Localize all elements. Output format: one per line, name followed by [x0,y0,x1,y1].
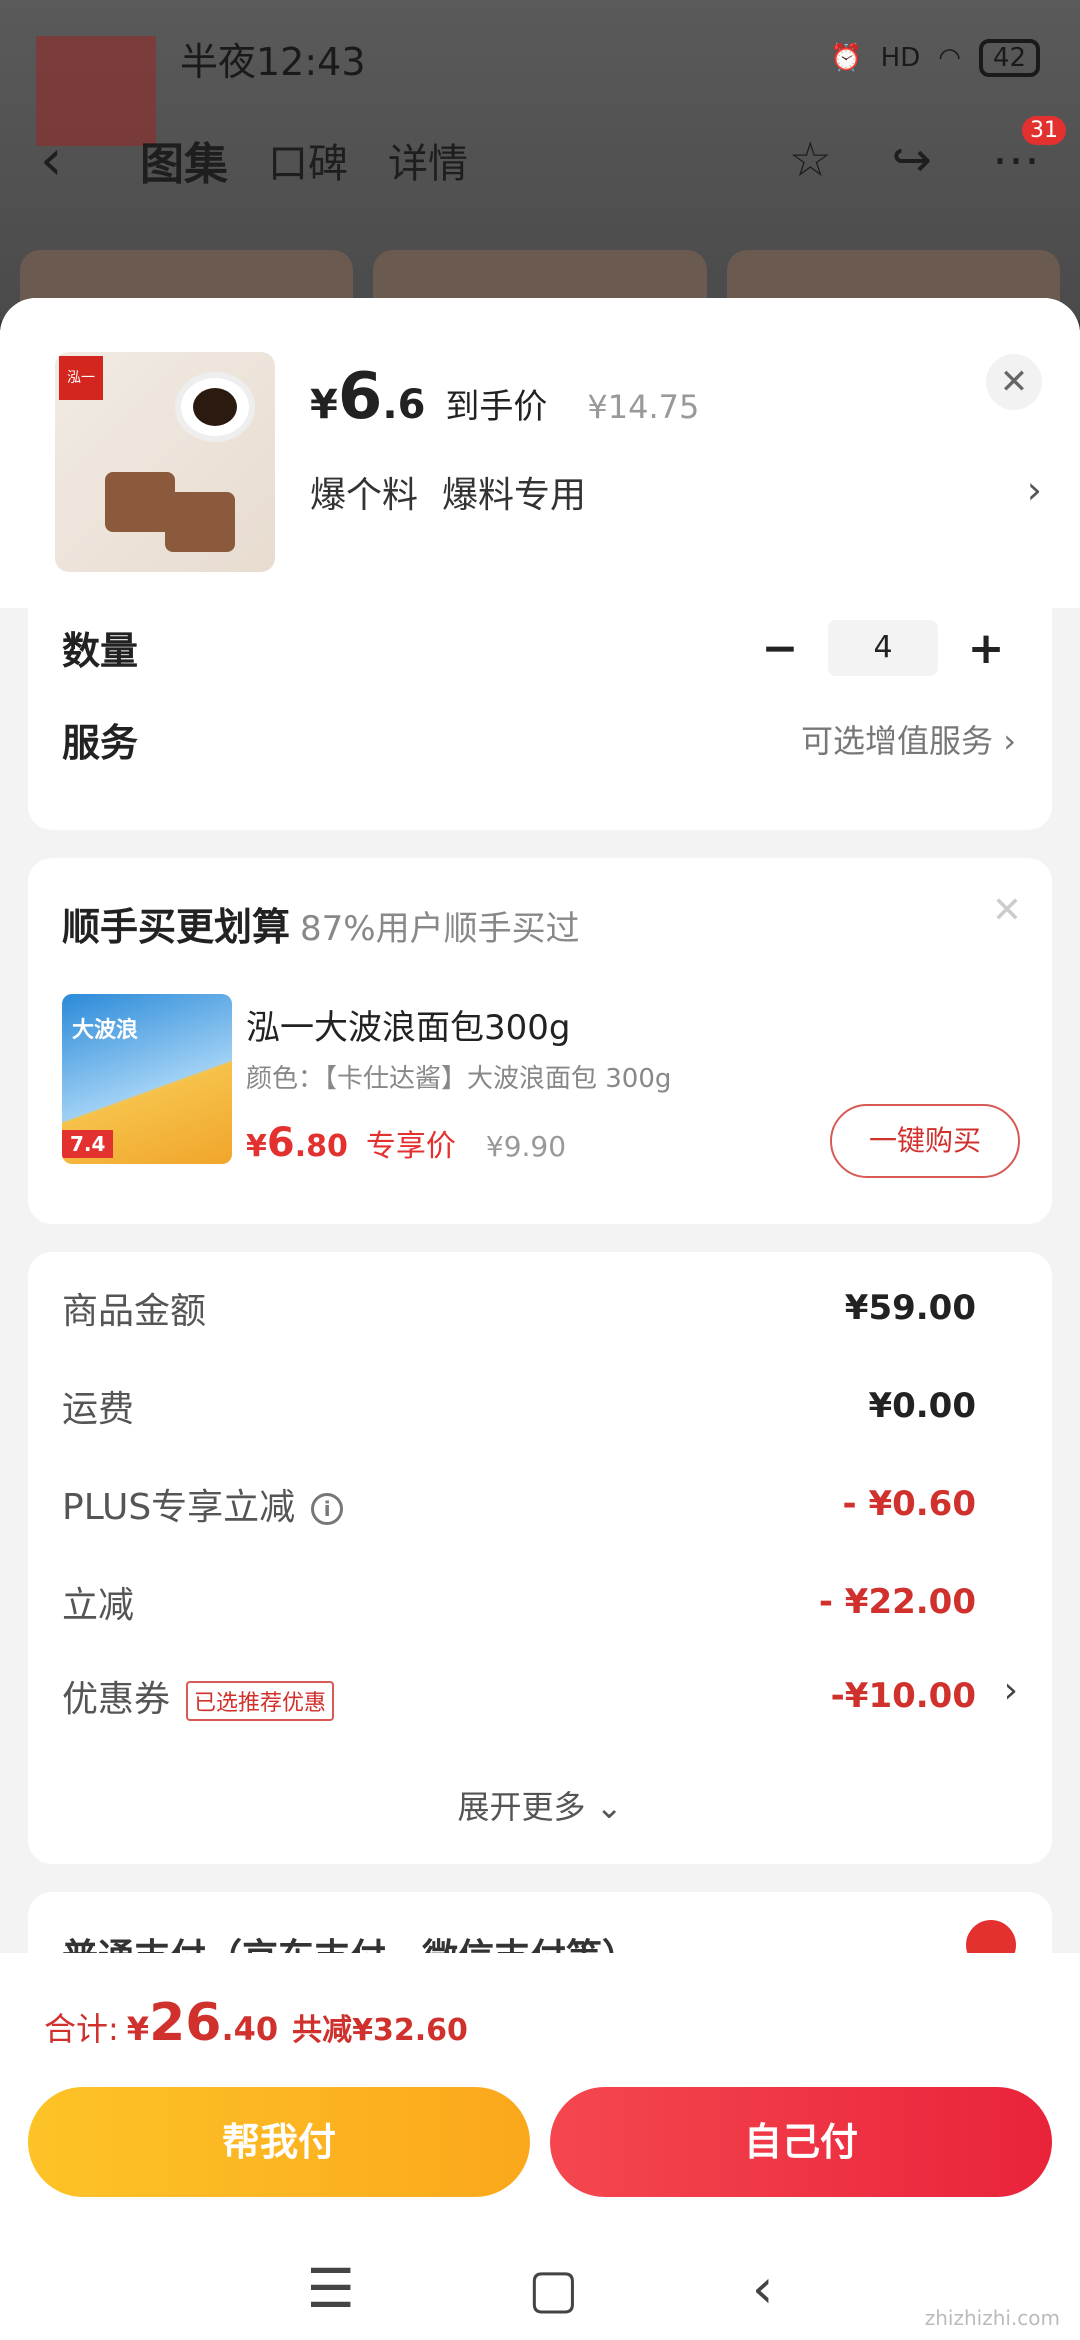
tab-reviews[interactable]: 口碑 [268,131,348,189]
summary-value: ¥0.00 [868,1386,976,1426]
bundle-title: 顺手买更划算 87%用户顺手买过 [62,896,580,951]
wifi-icon: ◠ [938,43,961,73]
price-summary-card: 商品金额 ¥59.00 运费 ¥0.00 PLUS专享立减 i - ¥0.60 立… [28,1252,1052,1864]
sheet-header: 泓一 ¥ 6 .6 到手价 ¥14.75 ✕ 爆个料 爆料专用 › [0,298,1080,608]
tab-details[interactable]: 详情 [388,131,468,189]
service-label: 服务 [62,721,139,765]
summary-value: -¥10.00 [830,1676,976,1716]
summary-label: 商品金额 [62,1291,207,1332]
bundle-product-name[interactable]: 泓一大波浪面包300g [246,1000,570,1049]
menu-icon[interactable]: ☰ [306,2257,354,2320]
total-label: 合计: [44,2010,119,2048]
variant-text: 爆料专用 [442,475,587,516]
summary-row-discount: 立减 - ¥22.00 [62,1576,976,1628]
tab-gallery[interactable]: 图集 [140,128,228,192]
bundle-subtitle: 87%用户顺手买过 [300,909,580,949]
price-label: 到手价 [445,387,548,427]
bundle-title-text: 顺手买更划算 [62,905,291,949]
self-pay-button[interactable]: 自己付 [550,2087,1052,2197]
price-integer: 6 [266,1120,295,1166]
currency-symbol: ¥ [246,1129,267,1164]
chevron-right-icon[interactable]: › [1004,1670,1018,1711]
quantity-service-card: 数量 − 4 + 服务 可选增值服务 › [28,598,1052,830]
notification-badge: 31 [1022,116,1066,145]
summary-row-goods: 商品金额 ¥59.00 [62,1282,976,1334]
top-nav: ‹ 图集 口碑 详情 ☆ ↪ ⋯ 31 [40,116,1066,200]
quantity-input[interactable]: 4 [828,620,938,676]
bundle-card: 顺手买更划算 87%用户顺手买过 ✕ 大波浪 7.4 泓一大波浪面包300g 颜色… [28,858,1052,1224]
status-time: 半夜12:43 [180,39,366,84]
currency-symbol: ¥ [126,2010,150,2048]
system-nav-bar: ☰ ▢ ‹ [0,2243,1080,2333]
battery-icon: 42 [978,39,1040,77]
summary-label: 优惠券 [62,1679,171,1720]
product-price: ¥ 6 .6 到手价 ¥14.75 [310,360,699,434]
selected-variant[interactable]: 爆个料 爆料专用 [310,466,610,518]
summary-row-coupon[interactable]: 优惠券 已选推荐优惠 -¥10.00 [62,1670,976,1722]
status-bar: 半夜12:43 ⏰ HD ◠ 42 [180,28,1040,88]
summary-value: - ¥0.60 [842,1484,977,1524]
status-icons: ⏰ HD ◠ 42 [830,39,1040,77]
close-icon[interactable]: ✕ [992,890,1022,931]
summary-label: 运费 [62,1389,135,1430]
quantity-label: 数量 [62,629,139,673]
alarm-icon: ⏰ [830,43,863,73]
chevron-right-icon[interactable]: › [1027,468,1042,512]
product-image: 泓一 [55,352,275,572]
plus-button[interactable]: + [956,623,1016,674]
back-icon[interactable]: ‹ [752,2257,774,2320]
home-icon[interactable]: ▢ [528,2257,579,2320]
background-page: 半夜12:43 ⏰ HD ◠ 42 ‹ 图集 口碑 详情 ☆ ↪ ⋯ 31 [0,0,1080,320]
bundle-price: ¥ 6 .80 专享价 ¥9.90 [246,1120,566,1166]
original-price: ¥9.90 [485,1130,567,1163]
currency-symbol: ¥ [310,382,338,428]
image-text: 大波浪 [72,1018,139,1043]
summary-row-plus: PLUS专享立减 i - ¥0.60 [62,1478,976,1530]
bundle-product-image[interactable]: 大波浪 7.4 [62,994,232,1164]
help-pay-button[interactable]: 帮我付 [28,2087,530,2197]
coupon-tag: 已选推荐优惠 [186,1681,335,1721]
close-button[interactable]: ✕ [986,354,1042,410]
total-price: 合计: ¥ 26 .40 共减¥32.60 [44,1993,468,2053]
variant-text: 爆个料 [310,475,419,516]
one-click-buy-button[interactable]: 一键购买 [830,1104,1020,1178]
signal-icon: HD [880,43,921,73]
star-icon[interactable]: ☆ [789,132,832,188]
info-icon[interactable]: i [311,1493,344,1525]
brand-mark: 泓一 [59,356,103,400]
service-selector[interactable]: 可选增值服务 › [801,716,1016,762]
back-icon[interactable]: ‹ [40,128,140,193]
minus-button[interactable]: − [750,623,810,674]
chevron-right-icon: › [1003,722,1016,760]
coffee-cup-graphic [175,372,255,442]
quantity-stepper: − 4 + [750,620,1016,676]
price-label: 专享价 [365,1129,456,1164]
more-icon[interactable]: ⋯ 31 [992,116,1066,188]
image-price-tag: 7.4 [62,1130,114,1158]
price-decimal: .6 [382,382,426,428]
summary-label: PLUS专享立减 [62,1487,296,1528]
total-saved: 共减¥32.60 [292,2013,468,2048]
total-decimal: .40 [221,2010,279,2048]
share-icon[interactable]: ↪ [892,132,932,188]
chevron-down-icon: ⌄ [595,1788,623,1826]
watermark: zhizhizhi.com [924,2306,1060,2330]
summary-label: 立减 [62,1585,135,1626]
price-integer: 6 [337,360,383,434]
original-price: ¥14.75 [587,388,700,426]
bundle-product-spec: 颜色：【卡仕达酱】大波浪面包 300g [246,1064,672,1094]
checkout-bar: 合计: ¥ 26 .40 共减¥32.60 帮我付 自己付 ☰ ▢ ‹ zhiz… [0,1953,1080,2340]
service-value: 可选增值服务 [801,722,994,760]
summary-row-shipping: 运费 ¥0.00 [62,1380,976,1432]
price-decimal: .80 [294,1129,348,1164]
summary-value: - ¥22.00 [818,1582,976,1622]
summary-value: ¥59.00 [844,1288,976,1328]
expand-label: 展开更多 [457,1788,586,1826]
expand-more-button[interactable]: 展开更多 ⌄ [28,1782,1052,1828]
cake-graphic [165,492,235,552]
total-integer: 26 [149,1993,222,2053]
